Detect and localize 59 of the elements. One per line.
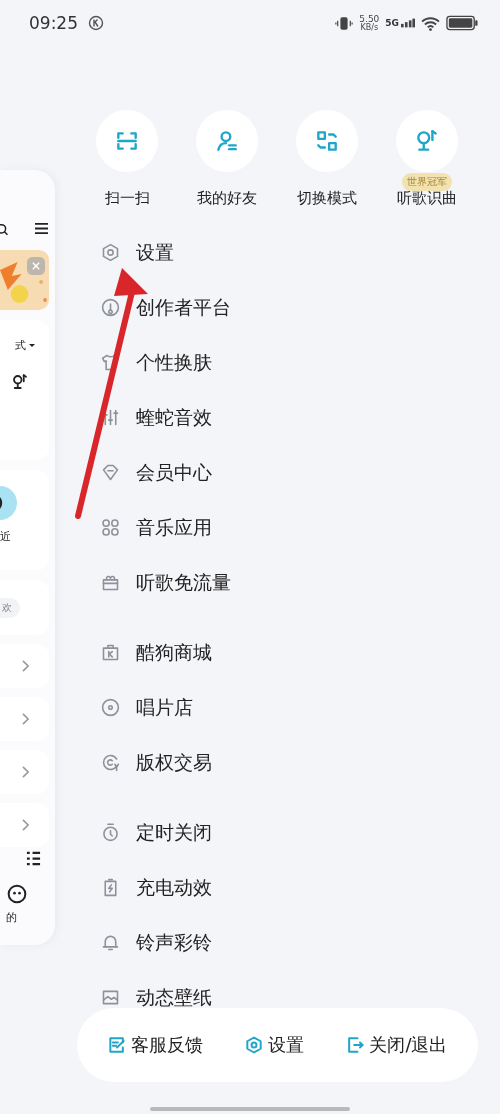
menu-item[interactable]: 定时关闭 xyxy=(100,805,478,860)
recent-label: 近 xyxy=(0,529,11,544)
menu-item[interactable]: 充电动效 xyxy=(100,860,478,915)
menu-item[interactable]: 会员中心 xyxy=(100,445,478,500)
menu-item[interactable]: 创作者平台 xyxy=(100,280,478,335)
menu-item[interactable]: 铃声彩铃 xyxy=(100,915,478,970)
tag-icon xyxy=(100,462,121,483)
settings-icon xyxy=(100,242,121,263)
bottom-bar-button[interactable]: 设置 xyxy=(240,1029,309,1061)
search-icon xyxy=(0,222,9,237)
vibrate-icon xyxy=(335,15,354,31)
network-type: 5G xyxy=(385,18,399,28)
signal-icon xyxy=(401,18,415,28)
menu-item[interactable]: 动态壁纸 xyxy=(100,970,478,1023)
menu-item[interactable]: 音乐应用 xyxy=(100,500,478,555)
quick-action-label[interactable]: 切换模式 xyxy=(297,189,357,208)
chevron-icon xyxy=(22,660,29,672)
mode-label[interactable]: 式 xyxy=(15,338,26,353)
menu-item[interactable]: 听歌免流量 xyxy=(100,555,478,610)
quick-action-label[interactable]: 扫一扫 xyxy=(104,189,150,208)
bag-icon xyxy=(100,642,121,663)
creator-icon xyxy=(100,297,121,318)
battery-icon xyxy=(446,15,478,31)
menu-item[interactable]: 酷狗商城 xyxy=(100,625,478,680)
caret-icon xyxy=(29,343,35,348)
network-speed-unit: KB/s xyxy=(360,23,379,32)
chevron-icon xyxy=(22,819,29,831)
copyright-icon xyxy=(100,752,121,773)
apps-icon xyxy=(100,517,121,538)
timer-icon xyxy=(100,822,121,843)
quick-action-label[interactable]: 我的好友 xyxy=(197,189,257,208)
menu-item[interactable]: 版权交易 xyxy=(100,735,478,790)
settings-icon xyxy=(244,1035,265,1055)
feedback-icon xyxy=(107,1035,128,1055)
chevron-icon xyxy=(22,713,29,725)
network-speed: 5.50 xyxy=(359,14,380,24)
nav-label[interactable]: 的 xyxy=(6,910,17,925)
app-badge-icon xyxy=(88,15,104,31)
badge: 世界冠军 xyxy=(402,173,452,191)
menu-item[interactable]: 蝰蛇音效 xyxy=(100,390,478,445)
bottom-bar-button[interactable]: 关闭/退出 xyxy=(341,1029,452,1061)
exit-icon xyxy=(345,1035,366,1055)
status-time: 09:25 xyxy=(29,13,78,33)
wifi-icon xyxy=(421,15,440,31)
playlist-icon[interactable] xyxy=(26,851,41,866)
switch-icon xyxy=(314,128,340,154)
menu-item[interactable]: 唱片店 xyxy=(100,680,478,735)
microphone-icon[interactable] xyxy=(11,373,29,391)
mic-icon xyxy=(414,128,440,154)
profile-icon[interactable] xyxy=(6,884,27,904)
menu-item[interactable]: 设置 xyxy=(100,225,478,280)
menu-item[interactable]: 个性换肤 xyxy=(100,335,478,390)
friends-icon xyxy=(214,128,240,154)
menu-icon xyxy=(34,222,49,235)
quick-action-label[interactable]: 听歌识曲 xyxy=(397,189,457,208)
chevron-icon xyxy=(22,766,29,778)
disc-icon xyxy=(100,697,121,718)
close-icon[interactable] xyxy=(27,257,45,275)
bottom-bar-button[interactable]: 客服反馈 xyxy=(103,1029,208,1061)
